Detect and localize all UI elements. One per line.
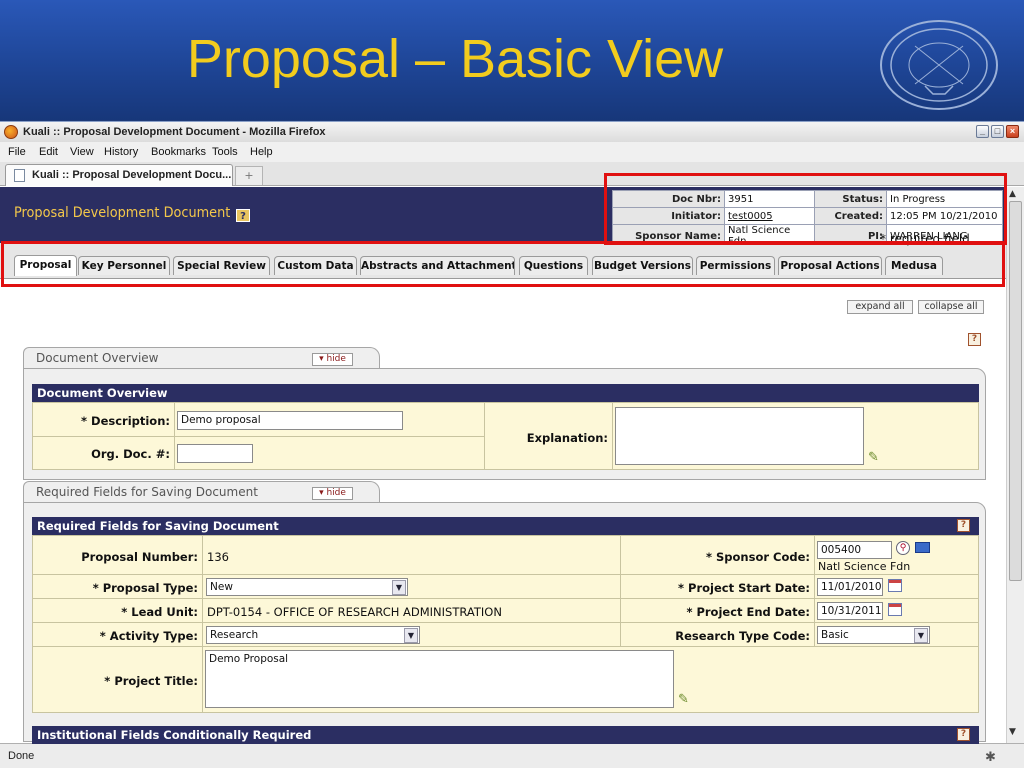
menu-edit[interactable]: Edit <box>39 146 58 158</box>
lead-unit-label: * Lead Unit: <box>121 605 198 619</box>
required-fields-tab-label: Required Fields for Saving Document <box>36 485 258 499</box>
window-title: Kuali :: Proposal Development Document -… <box>23 126 326 138</box>
menu-tools[interactable]: Tools <box>212 146 238 158</box>
document-overview-bar-label: Document Overview <box>37 386 168 400</box>
lead-unit-value: DPT-0154 - OFFICE OF RESEARCH ADMINISTRA… <box>207 605 502 619</box>
activity-type-select[interactable]: Research ▼ <box>206 626 420 644</box>
description-label: * Description: <box>81 414 170 428</box>
document-title: Proposal Development Document <box>14 205 231 221</box>
page-icon <box>14 169 25 182</box>
project-title-textarea[interactable]: Demo Proposal <box>205 650 674 708</box>
close-button[interactable]: × <box>1006 125 1019 138</box>
university-seal-logo <box>880 20 998 110</box>
chevron-down-icon: ▼ <box>392 580 406 595</box>
hide-required-fields-button[interactable]: ▾ hide <box>312 487 353 500</box>
minimize-button[interactable]: _ <box>976 125 989 138</box>
menu-file[interactable]: File <box>8 146 26 158</box>
research-type-code-select[interactable]: Basic ▼ <box>817 626 930 644</box>
project-title-label: * Project Title: <box>104 674 198 688</box>
proposal-type-select[interactable]: New ▼ <box>206 578 408 596</box>
proposal-number-label: Proposal Number: <box>81 550 198 564</box>
explanation-label: Explanation: <box>526 431 608 445</box>
book-direct-inquiry-icon[interactable] <box>915 542 930 553</box>
collapse-all-button[interactable]: collapse all <box>918 300 984 314</box>
project-start-date-label: * Project Start Date: <box>678 581 810 595</box>
menu-history[interactable]: History <box>104 146 138 158</box>
calendar-icon[interactable] <box>888 579 902 592</box>
browser-tab[interactable]: Kuali :: Proposal Development Docu... <box>5 164 233 186</box>
document-overview-tab-label: Document Overview <box>36 351 159 365</box>
status-bar: Done ✱ <box>0 743 1024 768</box>
chevron-down-icon: ▼ <box>404 628 418 643</box>
sponsor-code-input[interactable]: 005400 <box>817 541 892 559</box>
scroll-up-arrow-icon[interactable]: ▲ <box>1009 189 1016 199</box>
search-lookup-icon[interactable]: ⚲ <box>896 541 910 555</box>
proposal-type-label: * Proposal Type: <box>92 581 198 595</box>
sponsor-name-text: Natl Science Fdn <box>818 560 911 573</box>
vertical-scrollbar[interactable]: ▲ ▼ <box>1006 187 1024 743</box>
explanation-textarea[interactable] <box>615 407 864 465</box>
column-divider <box>612 402 613 470</box>
row-divider <box>32 574 979 575</box>
document-overview-tab: Document Overview ▾ hide <box>23 347 380 369</box>
menu-bar: File Edit View History Bookmarks Tools H… <box>0 142 1024 162</box>
status-text: Done <box>8 750 35 762</box>
new-tab-button[interactable]: + <box>235 166 263 185</box>
proposal-number-value: 136 <box>207 550 229 564</box>
required-fields-tab: Required Fields for Saving Document ▾ hi… <box>23 481 380 503</box>
column-divider <box>202 535 203 713</box>
chevron-down-icon: ▼ <box>914 628 928 643</box>
proposal-type-value: New <box>210 581 233 593</box>
column-divider <box>814 535 815 646</box>
slide-header: Proposal – Basic View <box>0 0 1024 120</box>
project-end-date-input[interactable]: 10/31/2011 <box>817 602 883 620</box>
org-doc-number-label: Org. Doc. #: <box>91 447 170 461</box>
window-titlebar: Kuali :: Proposal Development Document -… <box>0 122 1024 142</box>
maximize-button[interactable]: □ <box>991 125 1004 138</box>
calendar-icon[interactable] <box>888 603 902 616</box>
row-divider <box>32 436 484 437</box>
sponsor-code-label: * Sponsor Code: <box>705 550 810 564</box>
project-end-date-label: * Project End Date: <box>686 605 810 619</box>
institutional-fields-bar: Institutional Fields Conditionally Requi… <box>32 726 979 744</box>
scroll-thumb[interactable] <box>1009 201 1022 581</box>
institutional-fields-bar-label: Institutional Fields Conditionally Requi… <box>37 728 312 742</box>
column-divider <box>620 535 621 646</box>
project-start-date-input[interactable]: 11/01/2010 <box>817 578 883 596</box>
status-tool-icon: ✱ <box>985 749 996 764</box>
required-fields-bar: Required Fields for Saving Document ? <box>32 517 979 535</box>
pencil-edit-icon[interactable]: ✎ <box>678 692 689 707</box>
activity-type-label: * Activity Type: <box>99 629 198 643</box>
doc-info-highlight-box <box>604 173 1007 245</box>
required-fields-bar-label: Required Fields for Saving Document <box>37 519 279 533</box>
pencil-edit-icon[interactable]: ✎ <box>868 450 879 465</box>
row-divider <box>32 622 979 623</box>
hide-document-overview-button[interactable]: ▾ hide <box>312 353 353 366</box>
document-overview-bar: Document Overview <box>32 384 979 402</box>
activity-type-value: Research <box>210 629 259 641</box>
menu-bookmarks[interactable]: Bookmarks <box>151 146 206 158</box>
column-divider <box>484 402 485 470</box>
help-icon[interactable]: ? <box>968 333 981 346</box>
help-icon[interactable]: ? <box>957 728 970 741</box>
browser-tab-label: Kuali :: Proposal Development Docu... <box>32 169 232 181</box>
research-type-code-label: Research Type Code: <box>675 629 810 643</box>
research-type-code-value: Basic <box>821 629 849 641</box>
row-divider <box>32 598 979 599</box>
slide-title: Proposal – Basic View <box>186 29 724 89</box>
expand-all-button[interactable]: expand all <box>847 300 913 314</box>
help-icon[interactable]: ? <box>236 209 250 222</box>
menu-view[interactable]: View <box>70 146 94 158</box>
help-icon[interactable]: ? <box>957 519 970 532</box>
row-divider <box>32 646 979 647</box>
scroll-down-arrow-icon[interactable]: ▼ <box>1009 727 1016 737</box>
org-doc-number-input[interactable] <box>177 444 253 463</box>
menu-help[interactable]: Help <box>250 146 273 158</box>
firefox-icon <box>4 125 18 139</box>
column-divider <box>174 402 175 470</box>
tabs-highlight-box <box>1 241 1005 287</box>
description-input[interactable]: Demo proposal <box>177 411 403 430</box>
